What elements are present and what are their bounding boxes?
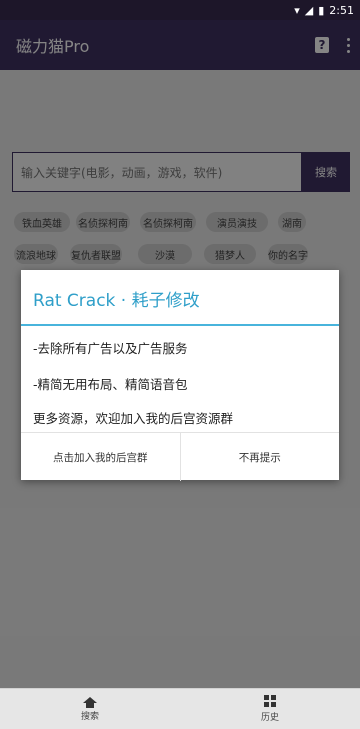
status-bar: ▾ ◢ ▮ 2:51 (0, 0, 360, 20)
notice-dialog: Rat Crack · 耗子修改 -去除所有广告以及广告服务 -精简无用布局、精… (21, 270, 339, 481)
nav-history-tab[interactable]: 历史 (180, 689, 360, 729)
bottom-nav: 搜索 历史 (0, 688, 360, 729)
dialog-line: -去除所有广告以及广告服务 (33, 341, 188, 356)
dialog-title: Rat Crack · 耗子修改 (33, 291, 200, 311)
dialog-title-divider (21, 324, 339, 326)
battery-icon: ▮ (318, 3, 325, 17)
status-time: 2:51 (329, 3, 354, 17)
signal-icon: ◢ (304, 3, 314, 17)
dialog-line: -精简无用布局、精简语音包 (33, 377, 188, 392)
home-icon (83, 696, 97, 708)
join-group-button[interactable]: 点击加入我的后宫群 (21, 433, 180, 481)
dialog-button-bar: 点击加入我的后宫群 不再提示 (21, 432, 339, 481)
nav-search-tab[interactable]: 搜索 (0, 689, 180, 729)
nav-history-label: 历史 (260, 713, 279, 723)
dialog-line: 更多资源，欢迎加入我的后宫资源群 (33, 411, 234, 426)
dont-show-again-button[interactable]: 不再提示 (179, 433, 340, 481)
history-icon (264, 695, 276, 707)
wifi-icon: ▾ (294, 3, 300, 17)
nav-search-label: 搜索 (80, 711, 99, 722)
